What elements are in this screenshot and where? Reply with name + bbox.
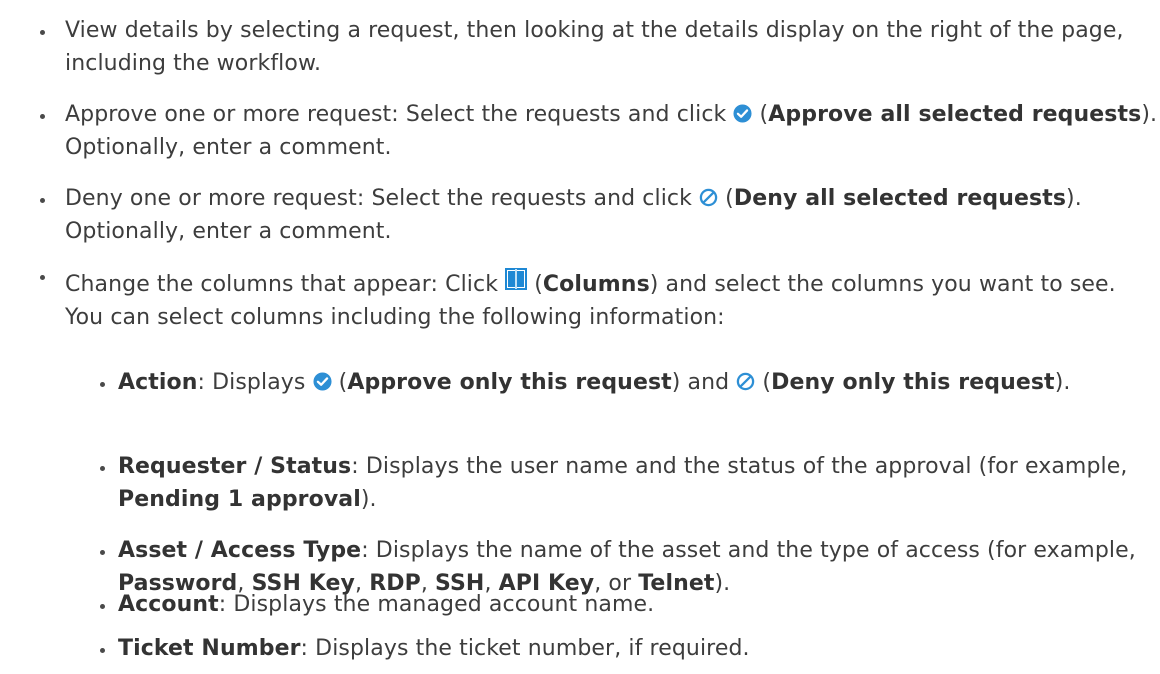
sub-item-account: Account: Displays the managed account na… <box>88 588 1158 621</box>
action-term: Action <box>118 370 198 395</box>
list-item-text: Action: Displays (Approve only this requ… <box>88 366 1158 399</box>
list-item-text: View details by selecting a request, the… <box>65 18 1124 76</box>
account-desc: : Displays the managed account name. <box>218 592 655 617</box>
requester-desc: : Displays the user name and the status … <box>351 454 1128 479</box>
deny-circle-slash-icon <box>699 188 718 207</box>
action-mid: ) and <box>671 370 737 395</box>
columns-prefix: Change the columns that appear: Click <box>65 272 506 297</box>
approve-prefix: Approve one or more request: Select the … <box>65 102 734 127</box>
approve-check-icon <box>733 103 752 123</box>
approve-all-label: Approve all selected requests <box>768 102 1142 127</box>
deny-open: ( <box>718 186 734 211</box>
asset-desc: : Displays the name of the asset and the… <box>361 538 1136 563</box>
deny-circle-slash-icon <box>736 372 755 391</box>
sub-item-ticket-number: Ticket Number: Displays the ticket numbe… <box>88 632 1158 665</box>
columns-icon <box>505 268 528 290</box>
sub-item-action: Action: Displays (Approve only this requ… <box>88 366 1158 399</box>
approve-only-label: Approve only this request <box>347 370 672 395</box>
asset-term: Asset / Access Type <box>118 538 362 563</box>
action-after-term: : Displays <box>197 370 313 395</box>
list-item-view-details: View details by selecting a request, the… <box>28 14 1158 80</box>
requester-end: ). <box>360 487 377 512</box>
list-item-text: Ticket Number: Displays the ticket numbe… <box>88 632 1158 665</box>
deny-all-label: Deny all selected requests <box>733 186 1067 211</box>
list-item-text: Requester / Status: Displays the user na… <box>88 450 1158 516</box>
columns-open: ( <box>527 272 543 297</box>
list-item-columns: Change the columns that appear: Click (C… <box>28 268 1158 334</box>
list-item-text: Deny one or more request: Select the req… <box>38 182 1158 248</box>
account-term: Account <box>118 592 219 617</box>
action-approve-open: ( <box>331 370 348 395</box>
list-item-text: Account: Displays the managed account na… <box>88 588 1158 621</box>
ticket-term: Ticket Number <box>118 636 301 661</box>
action-deny-open: ( <box>755 370 772 395</box>
action-end: ). <box>1054 370 1071 395</box>
deny-prefix: Deny one or more request: Select the req… <box>65 186 700 211</box>
requester-example: Pending 1 approval <box>118 487 361 512</box>
approve-check-icon <box>313 371 332 391</box>
list-item-text: Approve one or more request: Select the … <box>38 98 1158 164</box>
approve-open: ( <box>752 102 769 127</box>
requester-term: Requester / Status <box>118 454 352 479</box>
list-item-deny: Deny one or more request: Select the req… <box>28 182 1158 248</box>
list-item-approve: Approve one or more request: Select the … <box>28 98 1158 164</box>
list-item-text: Change the columns that appear: Click (C… <box>38 268 1158 334</box>
columns-label: Columns <box>542 272 650 297</box>
ticket-desc: : Displays the ticket number, if require… <box>300 636 750 661</box>
deny-only-label: Deny only this request <box>771 370 1055 395</box>
sub-item-requester-status: Requester / Status: Displays the user na… <box>88 450 1158 516</box>
document-page: View details by selecting a request, the… <box>0 0 1160 674</box>
